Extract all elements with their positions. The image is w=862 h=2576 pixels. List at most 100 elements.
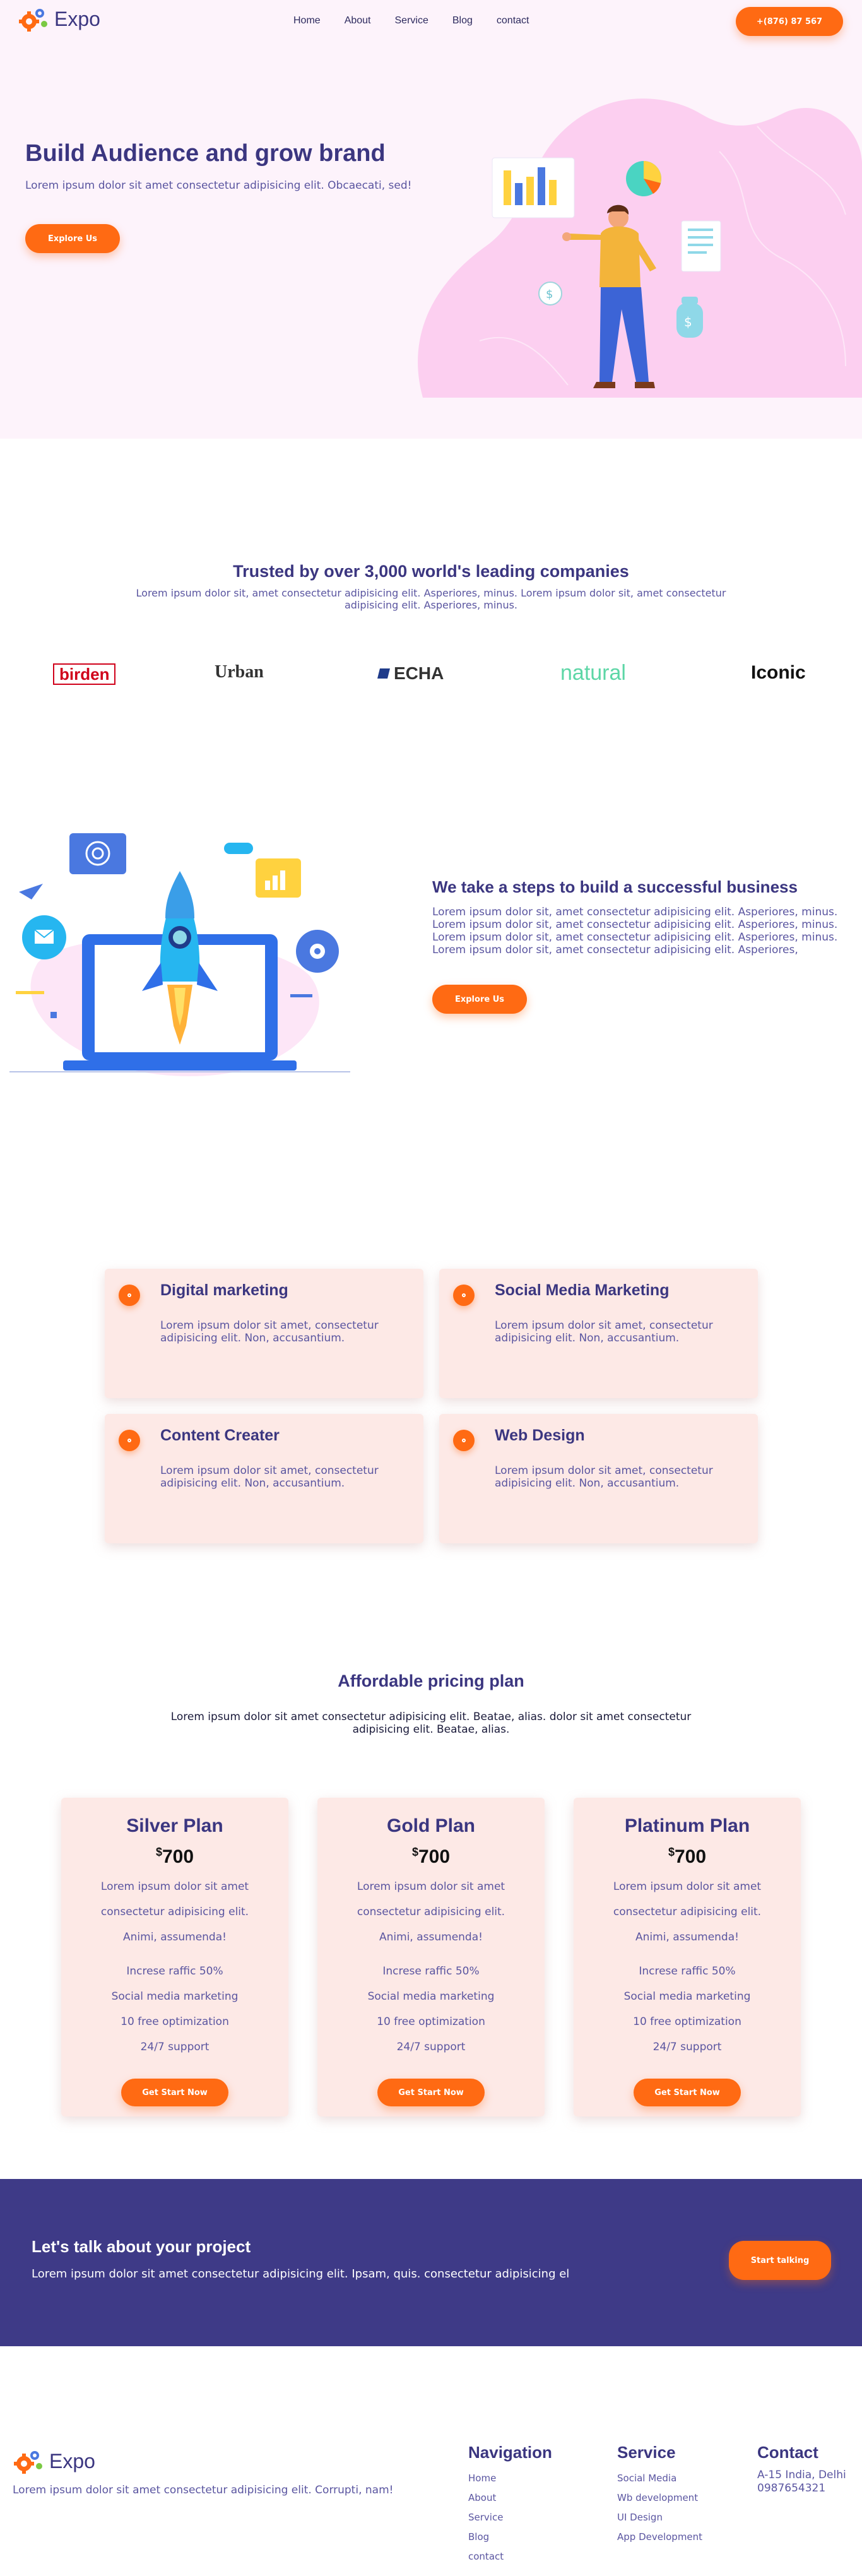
cta-banner: Let's talk about your project Lorem ipsu… bbox=[0, 2179, 862, 2346]
brand-urban-logo: Urban bbox=[215, 662, 264, 682]
footer-service-app-development[interactable]: App Development bbox=[617, 2527, 702, 2547]
chat-bubble-icon bbox=[224, 843, 253, 854]
nav-about[interactable]: About bbox=[345, 15, 371, 27]
start-talking-button[interactable]: Start talking bbox=[729, 2241, 831, 2280]
footer-link-about[interactable]: About bbox=[468, 2488, 552, 2508]
plan-feature: 10 free optimization bbox=[633, 2015, 741, 2028]
plan-name: Gold Plan bbox=[386, 1815, 475, 1836]
service-title: Social Media Marketing bbox=[495, 1281, 670, 1299]
steps-title: We take a steps to build a successful bu… bbox=[432, 877, 798, 896]
plan-feature: Increse raffic 50% bbox=[126, 1965, 223, 1978]
service-card-content-creater[interactable]: Content Creater Lorem ipsum dolor sit am… bbox=[105, 1414, 423, 1543]
service-card-digital-marketing[interactable]: Digital marketing Lorem ipsum dolor sit … bbox=[105, 1269, 423, 1398]
hero-illustration: $ $ bbox=[418, 98, 862, 398]
nav-contact[interactable]: contact bbox=[497, 15, 529, 27]
plan-card-platinum: Platinum Plan $700 Lorem ipsum dolor sit… bbox=[574, 1798, 801, 2116]
rocket-illustration bbox=[9, 833, 350, 1076]
hero-section: Expo Home About Service Blog contact +(8… bbox=[0, 0, 862, 439]
service-card-social-media[interactable]: Social Media Marketing Lorem ipsum dolor… bbox=[439, 1269, 758, 1398]
plan-features: Increse raffic 50% Social media marketin… bbox=[61, 1959, 288, 2060]
get-start-button-gold[interactable]: Get Start Now bbox=[377, 2079, 485, 2106]
footer-link-blog[interactable]: Blog bbox=[468, 2527, 552, 2547]
footer-navigation: Navigation Home About Service Blog conta… bbox=[468, 2443, 552, 2567]
nav-blog[interactable]: Blog bbox=[452, 15, 473, 27]
plan-feature: Social media marketing bbox=[623, 1990, 751, 2003]
plan-price: $700 bbox=[61, 1846, 288, 1868]
service-bullet-icon bbox=[119, 1430, 140, 1451]
footer-phone: 0987654321 bbox=[757, 2482, 826, 2495]
trusted-subtitle: Lorem ipsum dolor sit, amet consectetur … bbox=[136, 587, 726, 611]
plan-price: $700 bbox=[574, 1846, 801, 1868]
paper-plane-icon bbox=[19, 884, 43, 899]
footer-address: A-15 India, Delhi bbox=[757, 2469, 846, 2481]
pricing-subtitle: Lorem ipsum dolor sit amet consectetur a… bbox=[170, 1711, 692, 1736]
plan-card-silver: Silver Plan $700 Lorem ipsum dolor sit a… bbox=[61, 1798, 288, 2116]
footer-service-ui-design[interactable]: UI Design bbox=[617, 2508, 702, 2527]
brand-logos: birden Urban ECHA natural Iconic bbox=[0, 660, 862, 691]
plan-feature: 24/7 support bbox=[140, 2041, 210, 2053]
brand-echa-text: ECHA bbox=[394, 663, 444, 683]
brand-birden-logo: birden bbox=[53, 663, 116, 685]
chart-card-icon bbox=[256, 858, 301, 898]
service-text: Lorem ipsum dolor sit amet, consectetur … bbox=[160, 1319, 379, 1344]
target-card-icon bbox=[69, 833, 126, 874]
footer-link-contact[interactable]: contact bbox=[468, 2547, 552, 2567]
footer-service-web-development[interactable]: Wb development bbox=[617, 2488, 702, 2508]
plan-feature: 10 free optimization bbox=[121, 2015, 229, 2028]
get-start-button-silver[interactable]: Get Start Now bbox=[121, 2079, 228, 2106]
service-text: Lorem ipsum dolor sit amet, consectetur … bbox=[495, 1319, 713, 1344]
plan-name: Platinum Plan bbox=[624, 1815, 750, 1836]
footer-service: Service Social Media Wb development UI D… bbox=[617, 2443, 702, 2547]
plan-amount: 700 bbox=[674, 1846, 707, 1867]
svg-text:$: $ bbox=[546, 288, 553, 301]
brand-iconic-logo: Iconic bbox=[751, 662, 806, 683]
plan-currency: $ bbox=[668, 1846, 675, 1858]
brand-natural-logo: natural bbox=[560, 661, 626, 685]
main-nav: Home About Service Blog contact bbox=[293, 15, 553, 27]
page: Expo Home About Service Blog contact +(8… bbox=[0, 0, 862, 2576]
chart-board-icon bbox=[492, 157, 575, 218]
service-text: Lorem ipsum dolor sit amet, consectetur … bbox=[495, 1464, 713, 1490]
footer-link-service[interactable]: Service bbox=[468, 2508, 552, 2527]
footer-logo[interactable]: Expo bbox=[13, 2447, 95, 2475]
hero-subtitle: Lorem ipsum dolor sit amet consectetur a… bbox=[25, 179, 412, 192]
nav-service[interactable]: Service bbox=[395, 15, 428, 27]
logo-text: Expo bbox=[54, 7, 100, 30]
hero-title: Build Audience and grow brand bbox=[25, 140, 386, 167]
plan-feature: 24/7 support bbox=[396, 2041, 466, 2053]
gear-logo-icon bbox=[14, 2451, 42, 2474]
footer-tagline: Lorem ipsum dolor sit amet consectetur a… bbox=[13, 2484, 394, 2496]
service-text: Lorem ipsum dolor sit amet, consectetur … bbox=[160, 1464, 379, 1490]
plan-name: Silver Plan bbox=[126, 1815, 223, 1836]
nav-home[interactable]: Home bbox=[293, 15, 321, 27]
footer-service-social-media[interactable]: Social Media bbox=[617, 2469, 702, 2488]
footer-link-home[interactable]: Home bbox=[468, 2469, 552, 2488]
cta-title: Let's talk about your project bbox=[32, 2237, 251, 2256]
cta-text: Lorem ipsum dolor sit amet consectetur a… bbox=[32, 2267, 570, 2281]
plan-description: Lorem ipsum dolor sit amet consectetur a… bbox=[100, 1880, 249, 1944]
footer-nav-title: Navigation bbox=[468, 2443, 552, 2462]
document-icon bbox=[681, 220, 721, 272]
service-title: Web Design bbox=[495, 1427, 585, 1444]
steps-text: Lorem ipsum dolor sit, amet consectetur … bbox=[432, 906, 838, 956]
plan-currency: $ bbox=[411, 1846, 418, 1858]
footer-contact: Contact A-15 India, Delhi 0987654321 bbox=[757, 2443, 846, 2495]
plan-description: Lorem ipsum dolor sit amet consectetur a… bbox=[357, 1880, 505, 1944]
plan-description: Lorem ipsum dolor sit amet consectetur a… bbox=[613, 1880, 762, 1944]
plan-feature: Social media marketing bbox=[111, 1990, 239, 2003]
logo[interactable]: Expo bbox=[18, 5, 100, 33]
plan-amount: 700 bbox=[162, 1846, 194, 1867]
plan-currency: $ bbox=[155, 1846, 162, 1858]
hero-explore-button[interactable]: Explore Us bbox=[25, 224, 120, 253]
phone-button[interactable]: +(876) 87 567 bbox=[736, 7, 843, 36]
plan-feature: Social media marketing bbox=[367, 1990, 495, 2003]
service-card-web-design[interactable]: Web Design Lorem ipsum dolor sit amet, c… bbox=[439, 1414, 758, 1543]
get-start-button-platinum[interactable]: Get Start Now bbox=[634, 2079, 741, 2106]
steps-explore-button[interactable]: Explore Us bbox=[432, 985, 527, 1014]
navbar: Expo Home About Service Blog contact +(8… bbox=[0, 0, 862, 44]
plan-card-gold: Gold Plan $700 Lorem ipsum dolor sit ame… bbox=[317, 1798, 545, 2116]
plan-feature: Increse raffic 50% bbox=[382, 1965, 480, 1978]
plan-feature: 24/7 support bbox=[652, 2041, 722, 2053]
laptop-base bbox=[63, 1060, 297, 1071]
plan-feature: Increse raffic 50% bbox=[639, 1965, 736, 1978]
